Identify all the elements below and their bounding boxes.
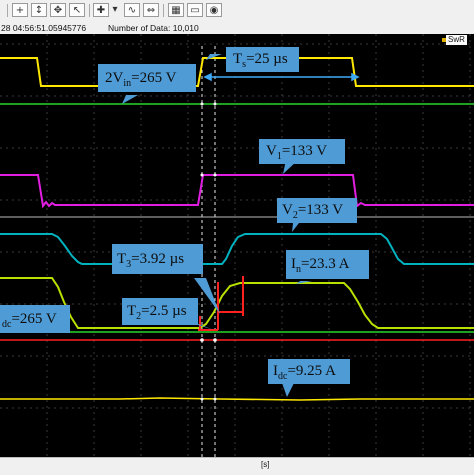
trace-yellow-idc <box>0 397 474 401</box>
display-icon[interactable]: ▦ <box>168 3 184 17</box>
pointer-icon[interactable]: ↖ <box>69 3 85 17</box>
cursor-tool-icon[interactable]: ↕ <box>31 3 47 17</box>
trace-lime-in <box>0 277 474 329</box>
waveform-canvas <box>0 34 474 457</box>
timestamp: 28 04:56:51.05945776 <box>1 23 87 33</box>
measurement-arrows <box>203 72 360 82</box>
wave-small-icon[interactable]: ∿ <box>124 3 140 17</box>
oscilloscope-window: + ↕ ✥ ↖ ✚ ▾ ∿ ⇔ ▦ ▭ ◉ 28 04:56:51.059457… <box>0 0 474 475</box>
annotation-vdc: dc=265 V <box>0 305 70 333</box>
record-icon[interactable]: ◉ <box>206 3 222 17</box>
screen-icon[interactable]: ▭ <box>187 3 203 17</box>
annotation-vin: 2Vin=265 V <box>98 64 196 92</box>
annotation-idc: Idc=9.25 A <box>268 359 350 384</box>
annotation-t3: T3=3.92 µs <box>112 244 203 274</box>
data-count: Number of Data: 10,010 <box>108 23 199 33</box>
annotation-ts: Ts=25 µs <box>226 47 299 72</box>
waveform-display[interactable] <box>0 34 474 457</box>
annotation-v2: V2=133 V <box>277 198 357 223</box>
zoom-in-icon[interactable]: + <box>12 3 28 17</box>
x-axis-bar: [s] <box>0 457 474 475</box>
toolbar-separator <box>7 4 8 17</box>
annotation-t2: T2=2.5 µs <box>122 298 198 325</box>
marker-icon[interactable]: ✚ <box>93 3 109 17</box>
trace-magenta-v1 <box>0 174 474 209</box>
swr-label: SwR <box>446 35 467 45</box>
info-bar: 28 04:56:51.05945776 Number of Data: 10,… <box>0 22 474 34</box>
toolbar-separator <box>163 4 164 17</box>
grid <box>0 34 474 457</box>
annotation-in: In=23.3 A <box>286 250 369 279</box>
trace-cyan-v2 <box>0 233 474 265</box>
toolbar-separator <box>89 4 90 17</box>
x-axis-unit: [s] <box>261 460 270 469</box>
toolbar: + ↕ ✥ ↖ ✚ ▾ ∿ ⇔ ▦ ▭ ◉ <box>0 0 474 23</box>
scale-icon[interactable]: ⇔ <box>143 3 159 17</box>
callout-pointers <box>122 54 312 397</box>
annotation-v1: V1=133 V <box>259 139 345 164</box>
move-icon[interactable]: ✥ <box>50 3 66 17</box>
marker-dropdown-icon[interactable]: ▾ <box>110 3 120 17</box>
cursor-lines[interactable] <box>201 46 216 457</box>
